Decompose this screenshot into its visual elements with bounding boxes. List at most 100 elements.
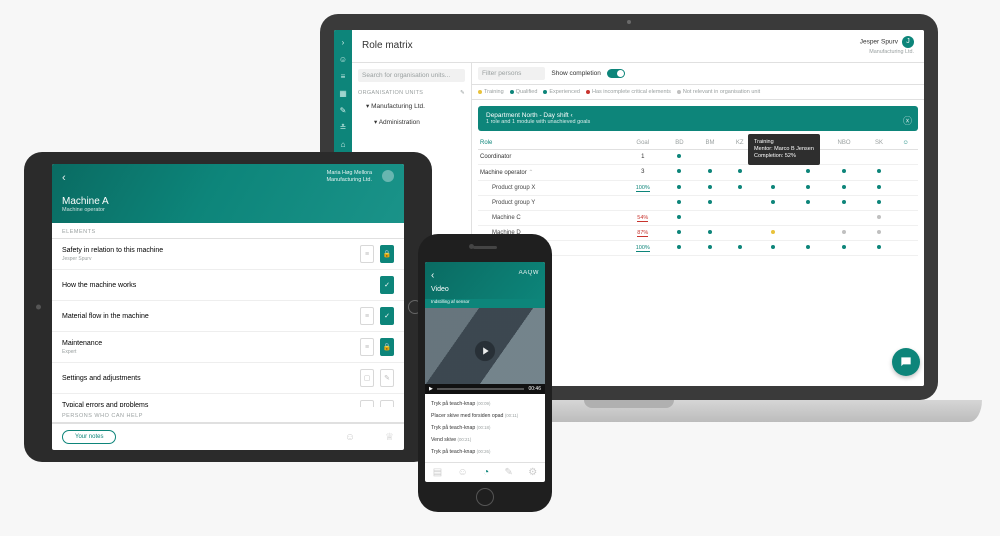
check-icon[interactable]: ✓ xyxy=(380,276,394,294)
nav-expand-icon[interactable]: › xyxy=(342,38,345,47)
role-cell[interactable]: Product group X xyxy=(478,180,621,195)
col-goal: Goal xyxy=(621,137,665,150)
role-cell[interactable]: Machine operator ⌃ xyxy=(478,164,621,180)
list-item[interactable]: Placer skive med forsiden opad (00:11) xyxy=(431,410,539,422)
role-cell[interactable]: Coordinator xyxy=(478,149,621,164)
lock-icon[interactable]: 🔒 xyxy=(380,245,394,263)
check-icon[interactable]: ✓ xyxy=(380,307,394,325)
tablet-user[interactable]: Maria Høg Mellora Manufacturing Ltd. xyxy=(326,170,372,183)
edit-icon[interactable]: ✎ xyxy=(380,369,394,387)
laptop-camera-icon xyxy=(627,20,631,24)
list-item[interactable]: Material flow in the machine ≡ ✓ xyxy=(52,301,404,332)
tree-item-admin[interactable]: ▾ Administration xyxy=(358,116,465,128)
col-bm[interactable]: BM xyxy=(694,137,725,150)
tab-doc-icon[interactable]: ▤ xyxy=(433,467,442,478)
tooltip-line: Mentor: Marco B Jensen xyxy=(754,146,814,153)
tree-item-root[interactable]: ▾ Manufacturing Ltd. xyxy=(358,100,465,112)
col-role[interactable]: Role xyxy=(478,137,621,150)
phone-header: ‹ AAQW Video xyxy=(425,262,545,299)
nav-org-icon[interactable]: ⌂ xyxy=(341,140,346,149)
user-name: Jesper Spurv xyxy=(860,39,898,46)
back-icon[interactable]: ‹ xyxy=(62,172,66,184)
list-item[interactable]: Settings and adjustments ▢✎ xyxy=(52,363,404,394)
show-completion-label: Show completion xyxy=(551,70,601,77)
avatar[interactable] xyxy=(382,170,394,182)
chat-fab-button[interactable] xyxy=(892,348,920,376)
edit-icon[interactable]: ✎ xyxy=(460,90,465,96)
trophy-icon[interactable]: ♕ xyxy=(385,432,394,443)
table-row: Product group X 100% xyxy=(478,180,918,195)
list-item[interactable]: Tryk på teach-knap (00:26) xyxy=(431,446,539,458)
list-item[interactable]: Safety in relation to this machineJesper… xyxy=(52,239,404,270)
phone-screen: ‹ AAQW Video Indstilling af sensor ▶ 00:… xyxy=(425,262,545,482)
goal-cell: 1 xyxy=(621,149,665,164)
avatar: J xyxy=(902,36,914,48)
org-search-input[interactable]: Search for organisation units... xyxy=(358,69,465,82)
nav-stats-icon[interactable]: ≛ xyxy=(340,123,347,132)
phone-home-button[interactable] xyxy=(476,488,494,506)
your-notes-button[interactable]: Your notes xyxy=(62,430,116,444)
page-title: Machine A xyxy=(62,196,394,207)
page-subtitle: Machine operator xyxy=(62,207,394,213)
tree-label: Administration xyxy=(379,119,420,126)
document-icon[interactable]: ≡ xyxy=(360,307,374,325)
document-icon[interactable]: ≡ xyxy=(360,245,374,263)
org-section-label: ORGANISATION UNITS xyxy=(358,90,423,96)
legend-incomplete: Has incomplete critical elements xyxy=(592,89,671,95)
people-icon[interactable]: ☺ xyxy=(345,432,355,443)
pct-badge: 54% xyxy=(637,215,648,222)
document-icon[interactable]: ≡ xyxy=(360,338,374,356)
col-nbo[interactable]: NBO xyxy=(824,137,865,150)
list-item[interactable]: MaintenanceExpert ≡🔒 xyxy=(52,332,404,363)
collapse-icon[interactable]: ⌃ xyxy=(528,170,533,176)
tab-notify-icon[interactable]: ◔ xyxy=(483,467,489,478)
current-user[interactable]: Jesper SpurvJ Manufacturing Ltd. xyxy=(860,36,914,56)
tablet-screen: ‹ Maria Høg Mellora Manufacturing Ltd. M… xyxy=(52,164,404,450)
nav-list-icon[interactable]: ≡ xyxy=(341,72,346,81)
nav-user-icon[interactable]: ☺ xyxy=(339,55,347,64)
lock-icon[interactable]: 🔒 xyxy=(380,338,394,356)
pct-badge: 100% xyxy=(636,185,650,192)
item-title: Safety in relation to this machine xyxy=(62,247,163,254)
tab-settings-icon[interactable]: ⚙ xyxy=(528,467,537,478)
progress-bar[interactable] xyxy=(437,388,525,390)
video-icon[interactable]: ▢ xyxy=(360,369,374,387)
item-title: Material flow in the machine xyxy=(62,313,149,320)
list-item[interactable]: Vend skive (00:21) xyxy=(431,434,539,446)
close-icon[interactable]: ⓧ xyxy=(903,114,912,127)
person-filter-input[interactable]: Filter persons xyxy=(478,67,545,80)
dept-subtitle: 1 role and 1 module with unachieved goal… xyxy=(486,119,910,125)
tab-people-icon[interactable]: ☺ xyxy=(458,467,468,478)
back-icon[interactable]: ‹ xyxy=(431,270,434,281)
item-title: How the machine works xyxy=(62,282,136,289)
pct-badge: 87% xyxy=(637,230,648,237)
nav-grid-icon[interactable]: ▦ xyxy=(339,89,347,98)
col-sk[interactable]: SK xyxy=(865,137,894,150)
legend-qualified: Qualified xyxy=(516,89,538,95)
status-icon[interactable]: ○ xyxy=(380,400,394,407)
dept-banner: Department North - Day shift ‹ 1 role an… xyxy=(478,106,918,131)
tablet-footer: Your notes ☺ ♕ xyxy=(52,423,404,450)
legend-notrelevant: Not relevant in organisation unit xyxy=(683,89,760,95)
play-icon[interactable] xyxy=(474,340,496,362)
video-player[interactable]: ▶ 00:46 xyxy=(425,308,545,394)
show-completion-toggle[interactable] xyxy=(607,69,625,78)
col-bd[interactable]: BD xyxy=(665,137,695,150)
list-item[interactable]: Tryk på teach-knap (00:18) xyxy=(431,422,539,434)
document-icon[interactable]: ≡ xyxy=(360,400,374,407)
list-item[interactable]: Typical errors and problemsMarco B Jense… xyxy=(52,394,404,407)
role-cell[interactable]: Machine C xyxy=(478,210,621,225)
list-item[interactable]: Tryk på teach-knap (00:09) xyxy=(431,398,539,410)
nav-edit-icon[interactable]: ✎ xyxy=(340,106,347,115)
role-cell[interactable]: Product group Y xyxy=(478,195,621,210)
item-sub: Expert xyxy=(62,349,102,355)
tab-edit-icon[interactable]: ✎ xyxy=(505,467,513,478)
list-item[interactable]: How the machine works ✓ xyxy=(52,270,404,301)
play-button[interactable]: ▶ xyxy=(429,386,433,392)
dept-title: Department North - Day shift xyxy=(486,112,569,119)
chapter-list: Tryk på teach-knap (00:09) Placer skive … xyxy=(425,394,545,462)
org-section-header: ORGANISATION UNITS ✎ xyxy=(358,90,465,96)
section-header: ELEMENTS xyxy=(52,223,404,239)
tablet-header: ‹ Maria Høg Mellora Manufacturing Ltd. M… xyxy=(52,164,404,223)
add-person-icon[interactable]: ☺ xyxy=(893,137,918,150)
